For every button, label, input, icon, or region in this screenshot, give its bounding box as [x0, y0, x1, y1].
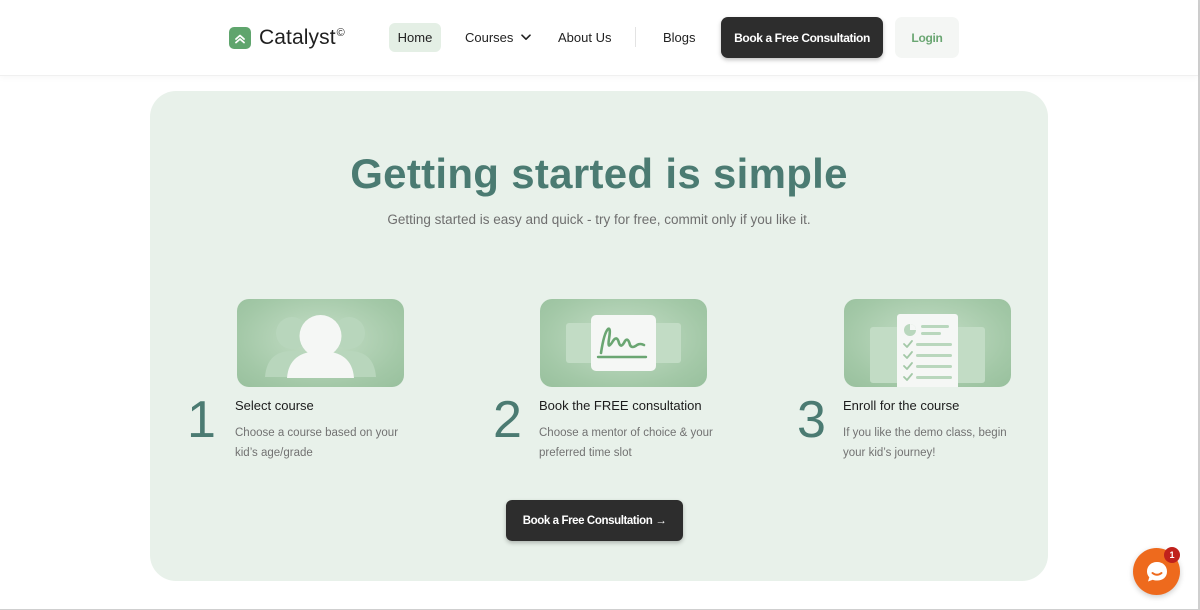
nav-blogs-link[interactable]: Blogs [663, 23, 696, 52]
chat-icon [1146, 561, 1167, 581]
step-1-illustration [237, 299, 404, 387]
step-2-number: 2 [493, 391, 522, 449]
chat-notification-badge: 1 [1164, 547, 1180, 563]
nav-courses-dropdown[interactable]: Courses [465, 23, 532, 52]
step-3-number: 3 [797, 391, 826, 449]
page: Catalyst© Home Courses About Us Blogs Bo… [0, 0, 1200, 610]
step-3-illustration [844, 299, 1011, 387]
section-subtitle: Getting started is easy and quick - try … [387, 212, 811, 227]
nav-home-link[interactable]: Home [389, 23, 441, 52]
checklist-icon [870, 314, 985, 387]
top-navbar: Catalyst© Home Courses About Us Blogs Bo… [0, 0, 1198, 76]
step-3-description: If you like the demo class, begin your k… [843, 427, 1007, 459]
chevrons-up-icon [229, 27, 251, 49]
step-1-description: Choose a course based on your kid’s age/… [235, 427, 399, 459]
signature-icon [566, 315, 681, 371]
brand-name: Catalyst© [259, 26, 345, 49]
chevron-down-icon [521, 34, 532, 40]
brand-logo[interactable]: Catalyst© [229, 26, 345, 50]
step-2-title: Book the FREE consultation [539, 398, 702, 413]
step-2-description: Choose a mentor of choice & your preferr… [539, 427, 713, 459]
section-title: Getting started is simple [350, 150, 848, 197]
book-consultation-cta-button[interactable]: Book a Free Consultation → [506, 500, 683, 541]
login-button[interactable]: Login [895, 17, 959, 58]
nav-about-link[interactable]: About Us [558, 23, 611, 52]
book-consultation-button[interactable]: Book a Free Consultation [721, 17, 883, 58]
step-3-title: Enroll for the course [843, 398, 960, 413]
step-1-number: 1 [187, 391, 216, 449]
nav-divider [635, 27, 636, 47]
users-icon [265, 315, 376, 378]
step-2-illustration [540, 299, 707, 387]
nav-courses-label: Courses [465, 30, 514, 45]
brand-mark: © [336, 27, 345, 39]
step-1-title: Select course [235, 398, 314, 413]
